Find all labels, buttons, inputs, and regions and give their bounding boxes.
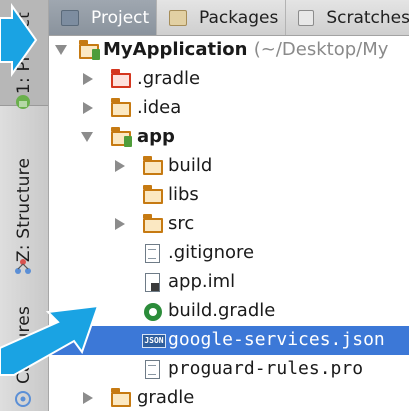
project-tool-window: 1: Project Z: Structure Captures [0,0,409,411]
callout-arrow-top [0,2,38,78]
callout-arrow-bottom [0,304,100,376]
callout-arrows [0,2,100,376]
